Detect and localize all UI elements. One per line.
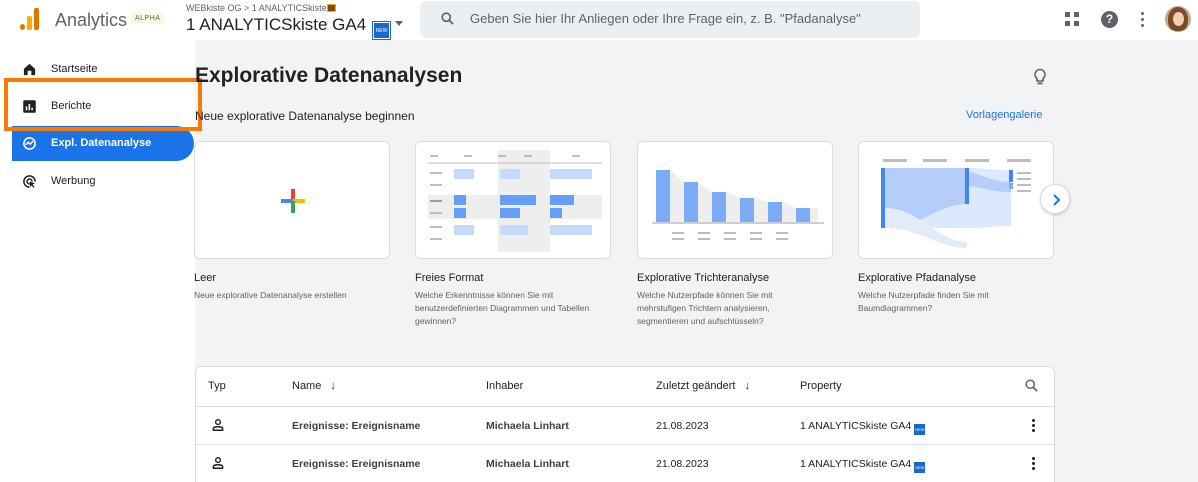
template-title: Explorative Pfadanalyse <box>858 272 977 284</box>
template-title: Freies Format <box>415 272 484 284</box>
home-icon <box>23 63 36 76</box>
new-badge-icon: NEW <box>914 424 926 435</box>
app-name: Analytics <box>55 10 128 30</box>
property-cell: 1 ANALYTICSkiste GA4 NEW <box>800 420 926 435</box>
template-card-blank[interactable] <box>194 141 390 259</box>
section-label: Neue explorative Datenanalyse beginnen <box>195 109 415 123</box>
help-icon[interactable]: ? <box>1101 11 1118 28</box>
analytics-logo-icon[interactable] <box>20 8 40 30</box>
free-form-illustration <box>428 150 602 252</box>
page-title: Explorative Datenanalysen <box>195 64 463 87</box>
property-name: 1 ANALYTICSkiste GA4 <box>186 15 367 34</box>
column-header-type[interactable]: Typ <box>208 380 226 392</box>
explore-icon <box>23 137 36 150</box>
sidebar-item-explore[interactable]: Expl. Datenanalyse <box>12 126 194 161</box>
property-selector[interactable]: 1 ANALYTICSkiste GA4 NEW <box>186 15 392 40</box>
table-row[interactable]: Ereignisse: Ereignisname Michaela Linhar… <box>196 444 1054 482</box>
modified-date: 21.08.2023 <box>656 458 709 470</box>
apps-grid-icon[interactable] <box>1065 12 1079 26</box>
more-vert-icon[interactable] <box>1141 12 1145 28</box>
sidebar-item-label: Werbung <box>51 175 96 187</box>
sidebar-item-werbung[interactable]: Werbung <box>12 164 194 199</box>
sidebar-item-label: Startseite <box>51 63 98 75</box>
column-header-owner[interactable]: Inhaber <box>486 380 523 392</box>
chevron-right-icon <box>1053 194 1061 206</box>
template-description: Welche Erkenntnisse können Sie mit benut… <box>415 290 590 326</box>
template-description: Welche Nutzerpfade finden Sie mit Baumdi… <box>858 290 989 313</box>
sidebar-item-label: Expl. Datenanalyse <box>51 137 152 149</box>
search-placeholder: Geben Sie hier Ihr Anliegen oder Ihre Fr… <box>470 11 861 26</box>
exploration-name[interactable]: Ereignisse: Ereignisname <box>292 458 420 470</box>
person-icon <box>212 457 224 469</box>
owner-name: Michaela Linhart <box>486 420 569 432</box>
template-description: Neue explorative Datenanalyse erstellen <box>194 290 347 300</box>
exploration-name[interactable]: Ereignisse: Ereignisname <box>292 420 420 432</box>
table-row[interactable]: Ereignisse: Ereignisname Michaela Linhar… <box>196 406 1054 444</box>
new-badge-icon: NEW <box>914 462 926 473</box>
new-badge-icon: NEW <box>372 21 392 40</box>
sort-arrow-down-icon: ↓ <box>330 380 336 392</box>
template-card-funnel[interactable] <box>637 141 833 259</box>
lightbulb-icon[interactable] <box>1033 68 1047 86</box>
alpha-badge: ALPHA <box>131 13 165 24</box>
template-title: Leer <box>194 272 217 284</box>
owner-name: Michaela Linhart <box>486 458 569 470</box>
person-icon <box>212 419 224 431</box>
funnel-illustration <box>652 170 824 240</box>
template-gallery-link[interactable]: Vorlagengalerie <box>966 109 1042 121</box>
advertising-icon <box>23 175 36 188</box>
plus-icon <box>281 189 305 213</box>
modified-date: 21.08.2023 <box>656 420 709 432</box>
property-cell: 1 ANALYTICSkiste GA4 NEW <box>800 458 926 473</box>
path-illustration <box>881 159 1031 248</box>
top-app-bar: Analytics ALPHA WEBkiste OG > 1 ANALYTIC… <box>0 0 1198 40</box>
explorations-table: Typ Name ↓ Inhaber Zuletzt geändert ↓ Prop… <box>195 366 1055 482</box>
column-header-property[interactable]: Property <box>800 380 842 392</box>
row-more-vert-icon[interactable] <box>1032 419 1035 434</box>
avatar[interactable] <box>1165 6 1191 32</box>
template-card-free-form[interactable] <box>415 141 611 259</box>
column-header-modified[interactable]: Zuletzt geändert ↓ <box>656 380 750 392</box>
account-breadcrumb[interactable]: WEBkiste OG > 1 ANALYTICSkiste <box>186 3 336 13</box>
template-description: Welche Nutzerpfade können Sie mit mehrst… <box>637 290 773 326</box>
column-header-name[interactable]: Name ↓ <box>292 380 336 392</box>
highlight-frame <box>4 78 202 131</box>
row-more-vert-icon[interactable] <box>1032 457 1035 472</box>
table-search-icon[interactable] <box>1024 378 1039 393</box>
template-card-path[interactable] <box>858 141 1054 259</box>
account-icon <box>326 4 336 12</box>
search-icon <box>441 12 454 25</box>
carousel-next-button[interactable] <box>1040 184 1070 214</box>
search-bar[interactable]: Geben Sie hier Ihr Anliegen oder Ihre Fr… <box>420 1 920 38</box>
property-dropdown-icon[interactable] <box>395 21 403 26</box>
template-title: Explorative Trichteranalyse <box>637 272 770 284</box>
sort-arrow-down-icon: ↓ <box>744 380 751 392</box>
